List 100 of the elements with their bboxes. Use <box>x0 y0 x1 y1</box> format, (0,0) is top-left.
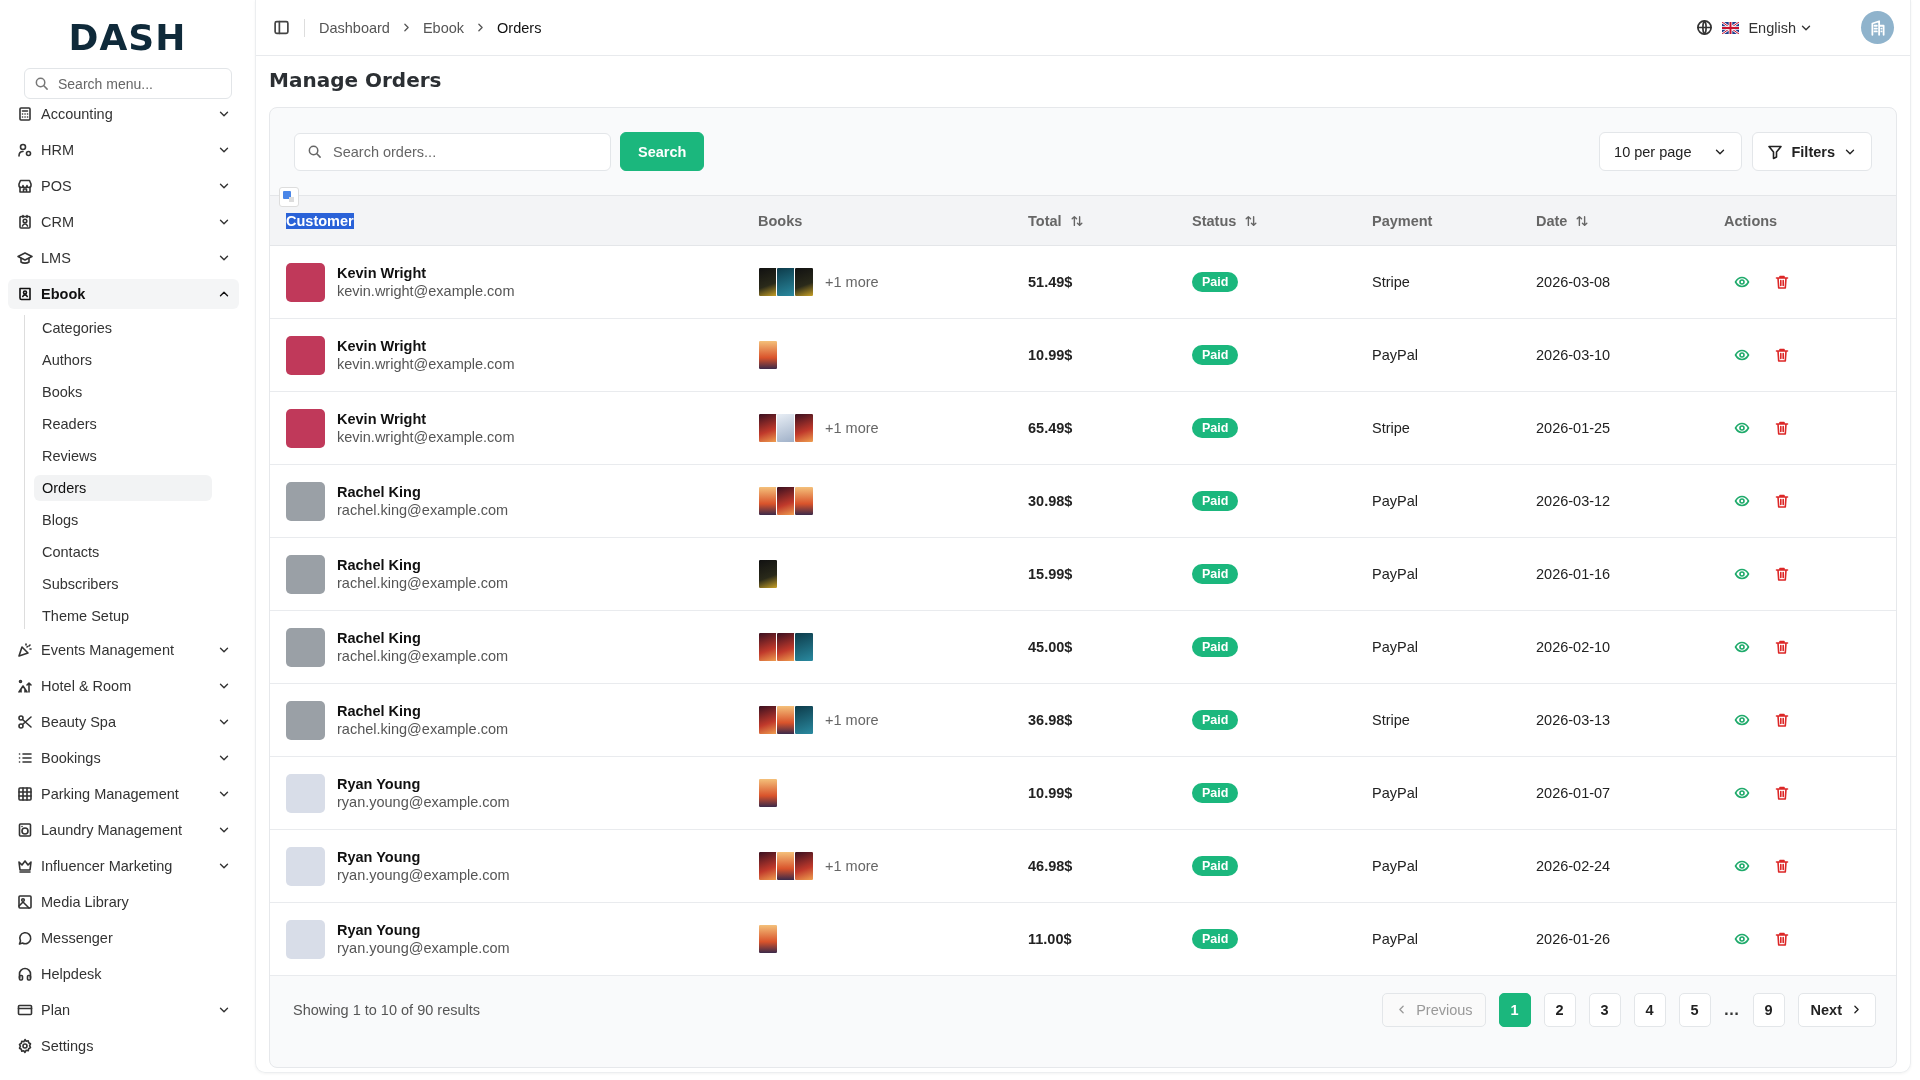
order-date: 2026-01-07 <box>1536 785 1611 801</box>
customer-photo-placeholder <box>286 919 325 959</box>
order-total: 45.00$ <box>1028 639 1073 655</box>
page-number-button[interactable]: 5 <box>1678 992 1711 1027</box>
scissors-icon <box>17 714 33 730</box>
customer-email: rachel.king@example.com <box>337 721 509 737</box>
eye-icon <box>1734 785 1750 801</box>
book-cover-thumbnail <box>794 413 814 443</box>
sort-icon <box>1244 213 1259 228</box>
building-icon <box>1868 18 1887 37</box>
breadcrumb-link[interactable]: Orders <box>497 19 542 36</box>
page-number-button[interactable]: 4 <box>1633 992 1666 1027</box>
page-number-button[interactable]: 2 <box>1543 992 1576 1027</box>
sidebar-submenu-item[interactable]: Blogs <box>34 507 212 533</box>
sidebar-menu-item[interactable]: Influencer Marketing <box>8 851 239 881</box>
sidebar-menu-item[interactable]: Messenger <box>8 923 239 953</box>
status-badge: Paid <box>1192 418 1239 438</box>
customer-photo-placeholder <box>286 554 325 594</box>
sidebar-menu-item[interactable]: Laundry Management <box>8 815 239 845</box>
sidebar-menu-item[interactable]: Beauty Spa <box>8 707 239 737</box>
breadcrumb-link[interactable]: Dashboard <box>319 19 390 36</box>
grid-icon <box>17 786 33 802</box>
sidebar-menu-item[interactable]: Plan <box>8 995 239 1025</box>
order-total: 30.98$ <box>1028 493 1073 509</box>
calculator-icon <box>17 106 33 122</box>
payment-method: Stripe <box>1372 420 1410 436</box>
sidebar-menu-item[interactable]: Ebook <box>8 279 239 309</box>
filters-button[interactable]: Filters <box>1752 132 1872 171</box>
sidebar-panel-icon <box>273 19 290 36</box>
sidebar-toggle-button[interactable] <box>273 19 290 36</box>
order-date: 2026-01-16 <box>1536 566 1611 582</box>
sidebar-menu-item[interactable]: Accounting <box>8 99 239 129</box>
user-gear-icon <box>17 142 33 158</box>
sidebar-submenu-item[interactable]: Authors <box>34 347 212 373</box>
customer-name: Ryan Young <box>337 849 422 865</box>
sidebar-menu-item[interactable]: CRM <box>8 207 239 237</box>
sidebar-submenu-item[interactable]: Contacts <box>34 539 212 565</box>
search-menu-field[interactable]: Search menu... <box>24 68 232 99</box>
breadcrumb-link[interactable]: Ebook <box>422 19 465 36</box>
customer-email: rachel.king@example.com <box>337 502 509 518</box>
payment-method: PayPal <box>1372 785 1418 801</box>
column-header[interactable]: Status <box>1192 212 1259 229</box>
column-header[interactable]: Date <box>1536 212 1590 229</box>
payment-method: Stripe <box>1372 274 1410 290</box>
page-number-button[interactable]: 9 <box>1752 992 1785 1027</box>
pagination-ellipsis: … <box>1723 1000 1740 1019</box>
sidebar-submenu-item[interactable]: Orders <box>34 475 212 501</box>
customer-photo-placeholder <box>286 481 325 521</box>
sidebar-submenu-item[interactable]: Theme Setup <box>34 603 212 629</box>
order-total: 36.98$ <box>1028 712 1073 728</box>
language-dropdown[interactable]: English <box>1748 19 1813 36</box>
book-cover-thumbnail <box>776 413 796 443</box>
sidebar-submenu-item[interactable]: Readers <box>34 411 212 437</box>
trash-icon <box>1774 712 1790 728</box>
order-date: 2026-01-25 <box>1536 420 1611 436</box>
per-page-dropdown[interactable]: 10 per page <box>1599 132 1743 171</box>
sidebar-menu-item[interactable]: HRM <box>8 135 239 165</box>
sidebar-menu-item[interactable]: Helpdesk <box>8 959 239 989</box>
credit-card-icon <box>17 1002 33 1018</box>
sidebar-submenu-item[interactable]: Categories <box>34 315 212 341</box>
sidebar-menu-item[interactable]: Parking Management <box>8 779 239 809</box>
payment-method: PayPal <box>1372 347 1418 363</box>
sidebar-menu-item[interactable]: Media Library <box>8 887 239 917</box>
sidebar-menu-item[interactable]: Settings <box>8 1031 239 1061</box>
user-avatar-button[interactable] <box>1861 11 1894 44</box>
sidebar-menu-item[interactable]: POS <box>8 171 239 201</box>
filter-icon <box>1767 143 1784 160</box>
book-cover-thumbnail <box>758 340 778 370</box>
order-date: 2026-03-12 <box>1536 493 1611 509</box>
sidebar-menu-item[interactable]: Hotel & Room <box>8 671 239 701</box>
payment-method: PayPal <box>1372 493 1418 509</box>
search-icon <box>307 143 322 159</box>
customer-name: Ryan Young <box>337 922 422 938</box>
sidebar-submenu-item[interactable]: Reviews <box>34 443 212 469</box>
translate-icon[interactable] <box>279 187 299 207</box>
sidebar-menu-item[interactable]: Events Management <box>8 635 239 665</box>
gear-icon <box>17 1038 33 1054</box>
book-cover-thumbnail <box>758 924 778 954</box>
customer-email: rachel.king@example.com <box>337 575 509 591</box>
status-badge: Paid <box>1192 491 1239 511</box>
column-header[interactable]: Total <box>1028 212 1084 229</box>
customer-email: ryan.young@example.com <box>337 940 510 956</box>
payment-method: Stripe <box>1372 712 1410 728</box>
sidebar-submenu-item[interactable]: Subscribers <box>34 571 212 597</box>
sidebar-menu-item[interactable]: LMS <box>8 243 239 273</box>
order-total: 15.99$ <box>1028 566 1073 582</box>
order-date: 2026-03-10 <box>1536 347 1611 363</box>
sidebar-submenu-item[interactable]: Books <box>34 379 212 405</box>
book-cover-thumbnail <box>776 486 796 516</box>
book-cover-thumbnail <box>758 778 778 808</box>
page-number-button[interactable]: 3 <box>1588 992 1621 1027</box>
customer-email: ryan.young@example.com <box>337 794 510 810</box>
more-books-count: +1 more <box>825 712 879 728</box>
order-date: 2026-03-13 <box>1536 712 1611 728</box>
search-orders-field[interactable]: Search orders... <box>294 132 611 171</box>
trash-icon <box>1774 274 1790 290</box>
eye-icon <box>1734 931 1750 947</box>
next-button[interactable]: Next <box>1797 992 1876 1027</box>
book-cover-thumbnail <box>794 851 814 881</box>
sidebar-menu-item[interactable]: Bookings <box>8 743 239 773</box>
